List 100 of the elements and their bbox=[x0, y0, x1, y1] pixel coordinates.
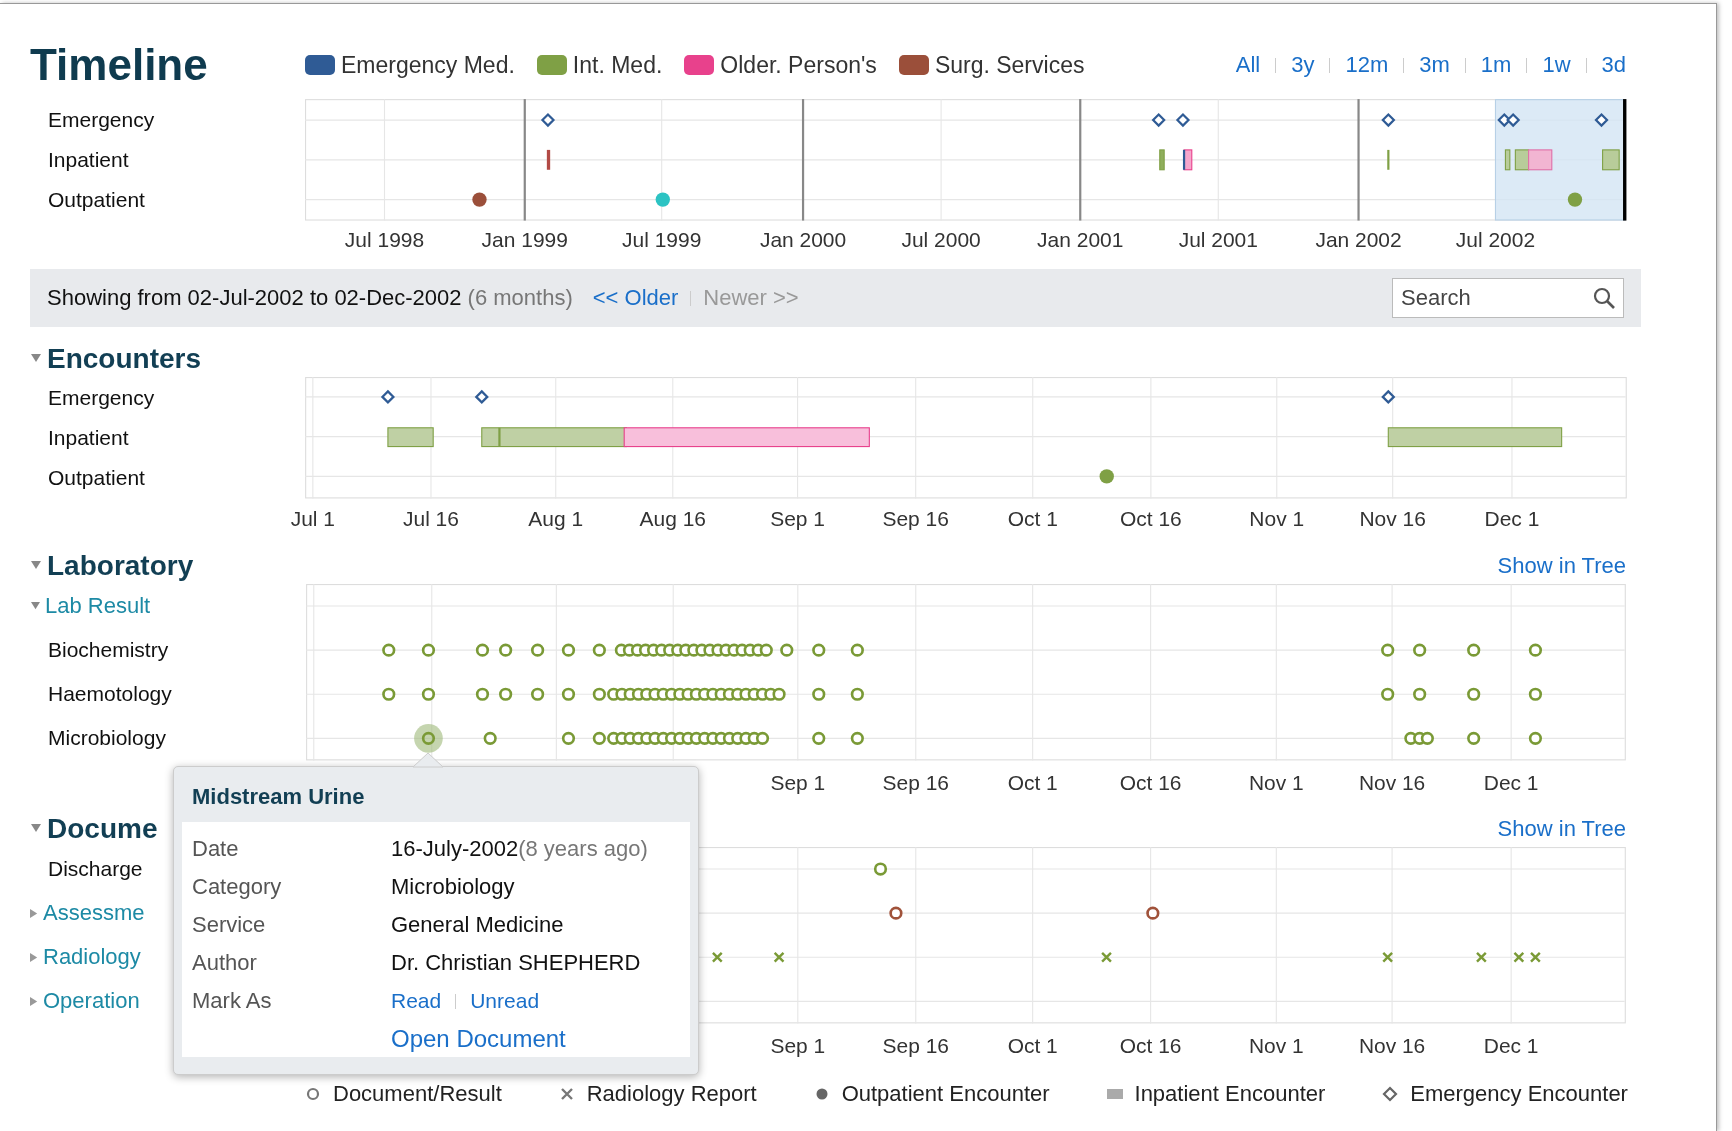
axis-label: Dec 1 bbox=[1484, 507, 1540, 531]
range-link[interactable]: All bbox=[1235, 52, 1261, 78]
range-link[interactable]: 1m bbox=[1480, 52, 1512, 78]
axis-label: Jul 2002 bbox=[1455, 228, 1536, 252]
diamond-key-icon bbox=[1382, 1086, 1399, 1102]
range-link[interactable]: 12m bbox=[1345, 52, 1389, 78]
axis-label: Oct 16 bbox=[1119, 1034, 1182, 1058]
section-heading[interactable]: Docume bbox=[47, 813, 158, 845]
axis-label: Dec 1 bbox=[1483, 1034, 1539, 1058]
bar-key-icon bbox=[1106, 1086, 1123, 1102]
older-link[interactable]: << Older bbox=[592, 285, 679, 311]
axis-label: Aug 16 bbox=[639, 507, 707, 531]
expand-icon[interactable] bbox=[30, 907, 39, 919]
range-link[interactable]: 1w bbox=[1542, 52, 1571, 78]
key-label: Radiology Report bbox=[586, 1081, 757, 1107]
axis-label: Aug 1 bbox=[528, 507, 584, 531]
axis-label: Oct 16 bbox=[1119, 771, 1182, 795]
mark-link[interactable]: Unread bbox=[470, 989, 540, 1013]
expand-icon[interactable] bbox=[30, 995, 39, 1007]
row-label: Haemotology bbox=[47, 681, 172, 707]
range-duration: (6 months) bbox=[467, 285, 573, 311]
collapse-icon[interactable] bbox=[30, 561, 42, 571]
axis-label: Sep 16 bbox=[882, 507, 949, 531]
axis-label: Dec 1 bbox=[1483, 771, 1539, 795]
circle-marker[interactable] bbox=[421, 731, 436, 745]
section-heading[interactable]: Encounters bbox=[47, 343, 202, 375]
axis-label: Sep 16 bbox=[882, 1034, 949, 1058]
axis-label: Nov 1 bbox=[1249, 507, 1305, 531]
key-label: Emergency Encounter bbox=[1410, 1081, 1628, 1107]
range-summary: Showing from 02-Jul-2002 to 02-Dec-2002 bbox=[47, 285, 462, 311]
show-in-tree-link[interactable]: Show in Tree bbox=[1497, 816, 1626, 842]
axis-label: Nov 16 bbox=[1358, 771, 1426, 795]
cross-key-icon bbox=[558, 1086, 575, 1102]
field-value: General Medicine bbox=[391, 912, 565, 938]
expand-icon[interactable] bbox=[30, 951, 39, 963]
row-label: Biochemistry bbox=[47, 637, 169, 663]
dot-marker bbox=[1099, 469, 1114, 484]
range-link[interactable]: 3d bbox=[1601, 52, 1626, 78]
legend-label: Emergency Med. bbox=[341, 51, 515, 79]
field-label: Category bbox=[192, 874, 283, 900]
collapse-icon[interactable] bbox=[30, 354, 42, 364]
axis-label: Jan 2002 bbox=[1315, 228, 1402, 252]
range-link[interactable]: 3m bbox=[1419, 52, 1450, 78]
key-label: Document/Result bbox=[333, 1081, 502, 1107]
axis-label: Oct 16 bbox=[1120, 507, 1182, 531]
axis-label: Jan 1999 bbox=[481, 228, 568, 252]
axis-label: Oct 1 bbox=[1007, 771, 1058, 795]
selected-marker-highlight[interactable] bbox=[414, 724, 443, 753]
search-icon[interactable] bbox=[1592, 286, 1616, 310]
field-label: Date bbox=[192, 836, 240, 862]
popup-title: Midstream Urine bbox=[191, 783, 366, 811]
section-heading[interactable]: Laboratory bbox=[47, 550, 194, 582]
axis-label: Jul 1 bbox=[290, 507, 335, 531]
row-label: Microbiology bbox=[47, 725, 166, 751]
field-label: Mark As bbox=[192, 988, 273, 1014]
legend-label: Older. Person's bbox=[720, 51, 877, 79]
axis-label: Sep 1 bbox=[770, 507, 825, 531]
row-label: Emergency bbox=[47, 107, 155, 133]
mark-link[interactable]: Read bbox=[391, 989, 442, 1013]
legend-label: Surg. Services bbox=[934, 51, 1085, 79]
axis-label: Nov 1 bbox=[1248, 771, 1304, 795]
axis-label: Sep 1 bbox=[770, 1034, 826, 1058]
axis-label: Jul 2000 bbox=[901, 228, 981, 252]
axis-label: Jul 1999 bbox=[622, 228, 702, 252]
field-value: Microbiology bbox=[391, 874, 516, 900]
axis-label: Nov 1 bbox=[1248, 1034, 1304, 1058]
axis-label: Nov 16 bbox=[1358, 1034, 1426, 1058]
range-handle[interactable] bbox=[1623, 99, 1627, 221]
show-in-tree-link[interactable]: Show in Tree bbox=[1497, 553, 1626, 579]
circle-marker bbox=[873, 862, 888, 876]
axis-label: Sep 16 bbox=[882, 771, 949, 795]
collapse-icon[interactable] bbox=[30, 601, 41, 611]
field-label: Author bbox=[192, 950, 258, 976]
row-label: Discharge bbox=[47, 856, 143, 882]
axis-label: Jan 2001 bbox=[1037, 228, 1124, 252]
group-label[interactable]: Radiology bbox=[43, 935, 141, 979]
axis-label: Oct 1 bbox=[1007, 507, 1058, 531]
row-label: Inpatient bbox=[47, 147, 129, 173]
key-label: Outpatient Encounter bbox=[841, 1081, 1050, 1107]
axis-label: Sep 1 bbox=[770, 771, 826, 795]
row-label: Outpatient bbox=[47, 465, 145, 491]
search-field[interactable]: Search bbox=[1392, 278, 1624, 318]
axis-label: Jul 16 bbox=[403, 507, 459, 531]
field-value: Dr. Christian SHEPHERD bbox=[391, 950, 642, 976]
collapse-icon[interactable] bbox=[30, 824, 42, 834]
axis-label: Oct 1 bbox=[1007, 1034, 1058, 1058]
field-value: 16-July-2002(8 years ago) bbox=[391, 836, 649, 862]
group-label[interactable]: Assessme bbox=[43, 891, 145, 935]
row-label: Inpatient bbox=[47, 425, 129, 451]
field-label: Service bbox=[192, 912, 267, 938]
circle-key-icon bbox=[305, 1086, 321, 1102]
open-document-link[interactable]: Open Document bbox=[391, 1025, 680, 1053]
axis-label: Nov 16 bbox=[1359, 507, 1426, 531]
group-label[interactable]: Operation bbox=[43, 979, 140, 1023]
row-label: Outpatient bbox=[47, 187, 145, 213]
axis-label: Jul 1998 bbox=[344, 228, 425, 252]
row-label: Emergency bbox=[47, 385, 155, 411]
page-title: Timeline bbox=[30, 40, 209, 90]
range-link[interactable]: 3y bbox=[1291, 52, 1315, 78]
group-label[interactable]: Lab Result bbox=[45, 584, 151, 628]
